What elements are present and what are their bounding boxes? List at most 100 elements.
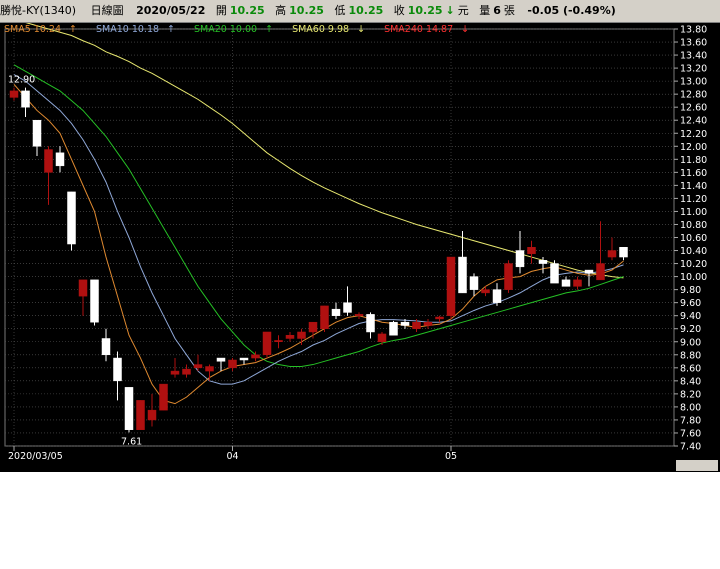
candle-body — [90, 279, 99, 323]
legend-sma10[interactable]: SMA10 10.18 ↑ — [96, 24, 183, 35]
candle-body — [205, 366, 214, 372]
candle — [193, 354, 203, 372]
candle-body — [55, 152, 65, 167]
candle-body — [285, 334, 295, 339]
candle-body — [228, 359, 237, 369]
sma5-series — [13, 84, 624, 405]
candle-body — [377, 333, 387, 342]
close-value: 10.25 — [407, 4, 443, 17]
candle — [113, 351, 122, 401]
candle — [67, 191, 76, 251]
y-tick-label: 10.80 — [680, 220, 707, 231]
candle — [101, 328, 111, 362]
sma10-series — [13, 74, 624, 385]
legend-sma60[interactable]: SMA60 9.98 ↓ — [292, 24, 373, 35]
y-tick-label: 11.40 — [680, 181, 707, 192]
candle-body — [308, 321, 318, 333]
candle — [78, 279, 88, 316]
candle — [607, 237, 617, 261]
open-value: 10.25 — [229, 4, 265, 17]
candle-body — [159, 383, 168, 411]
legend-sma20[interactable]: SMA20 10.00 ↑ — [194, 24, 281, 35]
y-tick-label: 10.40 — [680, 246, 707, 257]
y-tick-label: 11.80 — [680, 155, 707, 166]
price-annotation: 7.61 — [121, 436, 142, 447]
candlestick-chart: 13.80 13.60 13.40 13.20 13.00 12.80 12.60 12.40… — [4, 18, 707, 462]
candle — [285, 331, 295, 342]
candle-body — [619, 247, 628, 258]
candle-body — [113, 357, 122, 382]
candle — [32, 119, 42, 157]
grid — [4, 28, 675, 447]
candle — [492, 283, 502, 306]
candle — [343, 286, 352, 316]
legend-sma240-text: SMA240 14.87 — [384, 24, 454, 35]
period-label: 日線圖 — [90, 4, 124, 17]
candle-body — [458, 256, 467, 294]
candle-body — [538, 260, 548, 264]
sma10-line — [13, 74, 624, 385]
candle — [561, 276, 571, 287]
y-tick-label: 13.60 — [680, 38, 707, 49]
candle — [320, 305, 329, 332]
sma60-series — [13, 18, 624, 279]
candle-body — [354, 314, 364, 316]
y-tick-label: 12.00 — [680, 142, 707, 153]
y-tick-label: 8.80 — [680, 350, 701, 361]
y-tick-label: 9.80 — [680, 285, 701, 296]
up-arrow-icon: ↑ — [265, 24, 274, 35]
up-arrow-icon: ↑ — [69, 24, 77, 35]
candle-body — [147, 409, 157, 421]
candle — [354, 312, 364, 319]
up-arrow-icon: ↑ — [167, 24, 175, 35]
candle-body — [607, 250, 617, 258]
legend-sma10-text: SMA10 10.18 — [96, 24, 160, 35]
candle — [274, 335, 283, 349]
candle-body — [170, 370, 180, 375]
x-tick-label: 2020/03/05 — [8, 451, 63, 462]
candle — [21, 87, 30, 117]
candle-body — [561, 279, 571, 287]
candle — [170, 358, 180, 378]
legend-sma240[interactable]: SMA240 14.87 ↓ — [384, 24, 477, 35]
y-tick-label: 11.60 — [680, 168, 707, 179]
candle — [481, 286, 490, 297]
candle-body — [504, 263, 513, 290]
scrollbar[interactable] — [676, 460, 718, 471]
candle-body — [343, 302, 352, 313]
candle — [366, 312, 375, 339]
y-tick-label: 9.00 — [680, 337, 701, 348]
y-tick-label: 10.00 — [680, 272, 707, 283]
y-tick-label: 13.00 — [680, 77, 707, 88]
candle-body — [274, 340, 283, 342]
y-tick-label: 13.80 — [680, 25, 707, 36]
candle — [136, 400, 145, 430]
candle-body — [44, 149, 53, 173]
x-tick-label: 05 — [445, 451, 457, 462]
y-tick-label: 8.60 — [680, 363, 701, 374]
candle-body — [251, 354, 260, 359]
candle-body — [366, 314, 375, 333]
candle — [389, 320, 398, 336]
candle-body — [9, 90, 19, 98]
candle — [331, 302, 341, 319]
y-tick-label: 7.80 — [680, 415, 701, 426]
down-arrow-icon: ↓ — [445, 4, 455, 17]
plot-border — [4, 28, 675, 447]
open-label: 開 — [215, 4, 227, 17]
candle-body — [492, 289, 502, 303]
candle-body — [320, 305, 329, 329]
stock-name: 勝悅-KY(1340) — [0, 4, 77, 17]
down-arrow-icon: ↓ — [461, 24, 470, 35]
legend-sma60-text: SMA60 9.98 — [292, 24, 350, 35]
y-tick-label: 11.00 — [680, 207, 707, 218]
candle — [262, 331, 272, 359]
legend-sma5[interactable]: SMA5 10.24 ↑ — [4, 24, 85, 35]
candle-body — [182, 368, 191, 375]
price-annotation: 12.90 — [8, 75, 35, 86]
candle-body — [469, 276, 479, 290]
y-tick-label: 7.60 — [680, 428, 701, 439]
candle — [584, 269, 594, 287]
high-label: 高 — [275, 4, 287, 17]
candle-body — [527, 247, 536, 255]
